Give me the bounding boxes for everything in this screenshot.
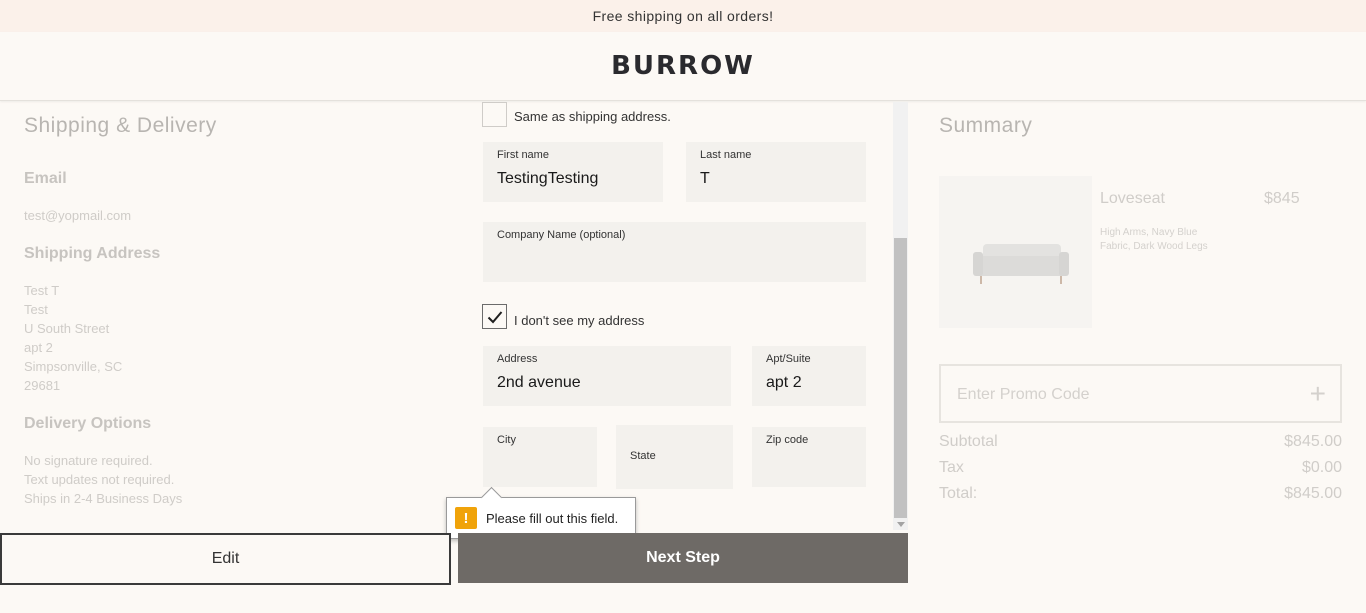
promo-code-input[interactable]: Enter Promo Code + [939, 364, 1342, 423]
company-name-label: Company Name (optional) [497, 229, 626, 241]
address-field[interactable]: Address 2nd avenue [483, 346, 731, 406]
next-step-button[interactable]: Next Step [458, 533, 908, 583]
checkmark-icon [487, 310, 502, 323]
email-heading: Email [24, 170, 67, 187]
first-name-value[interactable]: TestingTesting [497, 170, 598, 188]
apt-suite-value[interactable]: apt 2 [766, 374, 802, 392]
delivery-line: Ships in 2-4 Business Days [24, 491, 183, 506]
state-label: State [630, 450, 656, 462]
section-title: Shipping & Delivery [24, 114, 217, 137]
address-heading: Shipping Address [24, 245, 161, 262]
address-line: U South Street [24, 321, 110, 336]
address-line: apt 2 [24, 340, 53, 355]
scroll-down-arrow-icon[interactable] [897, 522, 905, 527]
first-name-label: First name [497, 149, 549, 161]
last-name-value[interactable]: T [700, 170, 710, 188]
address-line: Test [24, 302, 48, 317]
address-line: 29681 [24, 378, 61, 393]
summary-title: Summary [939, 114, 1033, 137]
billing-form: Same as shipping address. First name Tes… [458, 102, 908, 530]
last-name-field[interactable]: Last name T [686, 142, 866, 202]
tax-value: $0.00 [1301, 459, 1342, 476]
delivery-lines: No signature required. Text updates not … [24, 451, 324, 508]
loveseat-image [973, 244, 1069, 284]
apt-suite-label: Apt/Suite [766, 353, 811, 365]
address-lines: Test T Test U South Street apt 2 Simpson… [24, 281, 324, 395]
promo-bar: Free shipping on all orders! [0, 0, 1366, 32]
delivery-line: Text updates not required. [24, 472, 175, 487]
no-address-label[interactable]: I don't see my address [514, 313, 644, 328]
delivery-line: No signature required. [24, 453, 153, 468]
promo-bar-text: Free shipping on all orders! [592, 8, 774, 24]
product-name: Loveseat [1100, 190, 1165, 207]
company-name-field[interactable]: Company Name (optional) [483, 222, 866, 282]
subtotal-value: $845.00 [1284, 433, 1342, 450]
zip-code-field[interactable]: Zip code [752, 427, 866, 487]
warning-icon: ! [455, 507, 477, 529]
product-image [939, 176, 1092, 328]
state-select[interactable]: State [616, 425, 733, 489]
plus-icon[interactable]: + [1310, 378, 1326, 410]
scrollbar-thumb[interactable] [894, 238, 907, 518]
brand-logo[interactable]: BURROW [611, 51, 755, 81]
address-line: Test T [24, 283, 60, 298]
email-value: test@yopmail.com [24, 208, 132, 223]
no-address-checkbox[interactable] [482, 304, 507, 329]
edit-button[interactable]: Edit [0, 533, 451, 585]
city-field[interactable]: City [483, 427, 597, 487]
apt-suite-field[interactable]: Apt/Suite apt 2 [752, 346, 866, 406]
total-label: Total: [939, 485, 978, 502]
zip-code-label: Zip code [766, 434, 809, 446]
same-as-shipping-label[interactable]: Same as shipping address. [514, 109, 671, 124]
promo-code-placeholder: Enter Promo Code [957, 386, 1090, 403]
product-description: High Arms, Navy Blue Fabric, Dark Wood L… [1100, 227, 1208, 252]
address-value[interactable]: 2nd avenue [497, 374, 581, 392]
same-as-shipping-checkbox[interactable] [482, 102, 507, 127]
form-scrollbar[interactable] [893, 102, 908, 530]
header: BURROW [0, 32, 1366, 101]
first-name-field[interactable]: First name TestingTesting [483, 142, 663, 202]
tax-label: Tax [939, 459, 964, 476]
delivery-heading: Delivery Options [24, 415, 152, 432]
address-line: Simpsonville, SC [24, 359, 123, 374]
last-name-label: Last name [700, 149, 752, 161]
city-label: City [497, 434, 516, 446]
product-price: $845 [1264, 190, 1300, 207]
subtotal-label: Subtotal [939, 433, 998, 450]
address-label: Address [497, 353, 538, 365]
total-value: $845.00 [1284, 485, 1342, 502]
validation-message: Please fill out this field. [486, 510, 619, 526]
